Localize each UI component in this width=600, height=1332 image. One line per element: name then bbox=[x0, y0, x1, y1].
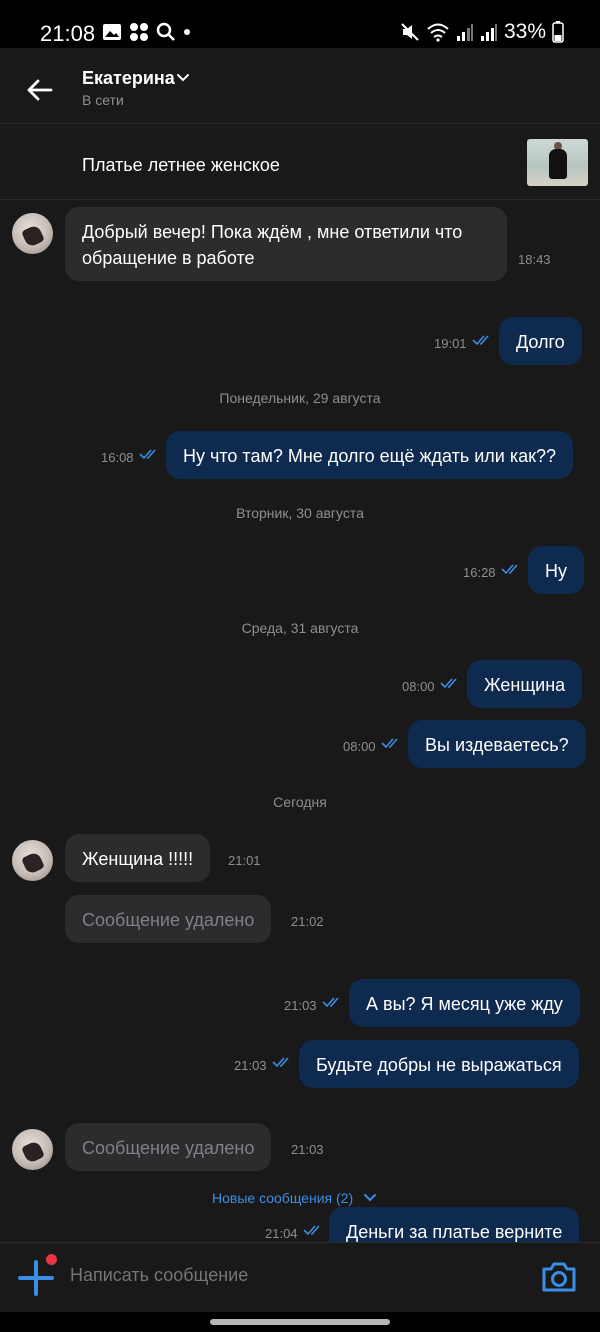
read-ticks-icon bbox=[440, 678, 457, 689]
back-arrow-icon[interactable] bbox=[24, 74, 56, 106]
message-time: 21:03 bbox=[291, 1142, 324, 1157]
message-bubble-deleted[interactable]: Сообщение удалено bbox=[65, 1123, 272, 1171]
home-indicator[interactable] bbox=[210, 1319, 390, 1325]
message-bubble-outgoing[interactable]: Ну bbox=[528, 546, 584, 594]
signal-icon bbox=[456, 24, 473, 41]
read-ticks-icon bbox=[139, 449, 156, 460]
message-time: 19:01 bbox=[434, 336, 467, 351]
message-composer bbox=[0, 1242, 600, 1312]
message-bubble-outgoing[interactable]: Вы издеваетесь? bbox=[408, 720, 586, 768]
contact-status: В сети bbox=[82, 92, 124, 108]
chat-header: Екатерина В сети bbox=[0, 48, 600, 124]
message-time: 21:04 bbox=[265, 1226, 298, 1241]
message-input[interactable] bbox=[70, 1265, 510, 1286]
date-separator: Вторник, 30 августа bbox=[236, 505, 364, 521]
date-separator: Понедельник, 29 августа bbox=[219, 390, 381, 406]
status-bar: 21:08 33% bbox=[0, 0, 600, 48]
wifi-icon bbox=[427, 23, 449, 42]
message-bubble-outgoing[interactable]: А вы? Я месяц уже жду bbox=[349, 979, 580, 1027]
battery-level: 33% bbox=[503, 20, 546, 43]
product-thumbnail[interactable] bbox=[527, 139, 588, 186]
message-bubble-deleted[interactable]: Сообщение удалено bbox=[65, 895, 272, 943]
message-bubble-outgoing[interactable]: Женщина bbox=[467, 660, 583, 708]
message-time: 16:08 bbox=[101, 450, 134, 465]
system-nav-bar bbox=[0, 1312, 600, 1332]
read-ticks-icon bbox=[501, 564, 518, 575]
message-time: 16:28 bbox=[463, 565, 496, 580]
message-bubble-incoming[interactable]: Добрый вечер! Пока ждём , мне ответили ч… bbox=[65, 207, 507, 281]
message-text: Сообщение удалено bbox=[82, 910, 255, 930]
message-text: Ну что там? Мне долго ещё ждать или как?… bbox=[183, 446, 557, 466]
camera-icon[interactable] bbox=[540, 1260, 578, 1294]
message-time: 18:43 bbox=[518, 252, 551, 267]
read-ticks-icon bbox=[381, 738, 398, 749]
message-text: Деньги за платье верните bbox=[346, 1222, 563, 1242]
message-text: Женщина !!!!! bbox=[82, 849, 194, 869]
message-text: Женщина bbox=[484, 675, 566, 695]
date-separator: Среда, 31 августа bbox=[241, 620, 359, 636]
read-ticks-icon bbox=[303, 1225, 320, 1236]
notification-dot bbox=[46, 1254, 57, 1265]
new-messages-label: Новые сообщения (2) bbox=[212, 1190, 354, 1206]
apps-icon bbox=[130, 23, 148, 41]
message-text: Долго bbox=[516, 332, 565, 352]
message-text: Ну bbox=[545, 561, 567, 581]
message-time: 08:00 bbox=[402, 679, 435, 694]
dot-icon bbox=[184, 29, 190, 35]
message-bubble-incoming[interactable]: Женщина !!!!! bbox=[65, 834, 211, 882]
product-card[interactable]: Платье летнее женское bbox=[0, 125, 600, 200]
date-separator: Сегодня bbox=[273, 794, 327, 810]
read-ticks-icon bbox=[272, 1057, 289, 1068]
message-time: 21:02 bbox=[291, 914, 324, 929]
avatar[interactable] bbox=[12, 840, 53, 881]
battery-icon bbox=[552, 21, 564, 43]
message-bubble-outgoing[interactable]: Будьте добры не выражаться bbox=[299, 1040, 579, 1088]
message-text: Вы издеваетесь? bbox=[425, 735, 569, 755]
read-ticks-icon bbox=[472, 335, 489, 346]
chevron-down-icon bbox=[364, 1194, 377, 1202]
message-bubble-outgoing[interactable]: Ну что там? Мне долго ещё ждать или как?… bbox=[166, 431, 574, 479]
message-text: обращение в работе bbox=[82, 248, 255, 268]
avatar[interactable] bbox=[12, 213, 53, 254]
message-time: 21:03 bbox=[234, 1058, 267, 1073]
contact-name[interactable]: Екатерина bbox=[82, 68, 175, 89]
message-time: 21:03 bbox=[284, 998, 317, 1013]
message-text: Будьте добры не выражаться bbox=[316, 1055, 562, 1075]
message-bubble-outgoing[interactable]: Долго bbox=[499, 317, 582, 365]
search-icon bbox=[156, 22, 175, 41]
message-text: А вы? Я месяц уже жду bbox=[366, 994, 563, 1014]
mute-icon bbox=[401, 23, 419, 41]
signal-icon bbox=[480, 24, 497, 41]
message-time: 21:01 bbox=[228, 853, 261, 868]
read-ticks-icon bbox=[322, 997, 339, 1008]
status-time: 21:08 bbox=[40, 21, 96, 46]
chevron-down-icon[interactable] bbox=[176, 71, 190, 85]
message-text: Сообщение удалено bbox=[82, 1138, 255, 1158]
avatar[interactable] bbox=[12, 1129, 53, 1170]
message-time: 08:00 bbox=[343, 739, 376, 754]
product-title[interactable]: Платье летнее женское bbox=[82, 155, 280, 176]
new-messages-button[interactable]: Новые сообщения (2) bbox=[212, 1190, 377, 1206]
message-text: Добрый вечер! Пока ждём , мне ответили ч… bbox=[82, 222, 463, 242]
gallery-icon bbox=[103, 24, 121, 40]
